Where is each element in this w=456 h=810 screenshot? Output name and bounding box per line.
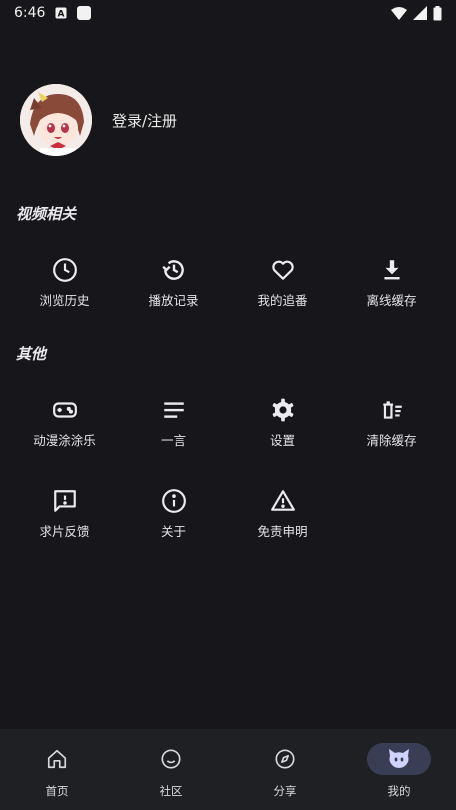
login-register-link[interactable]: 登录/注册 — [112, 110, 177, 131]
status-left: 6:46 A — [14, 5, 92, 21]
grid-label: 关于 — [160, 524, 186, 539]
clear-cache-icon — [378, 396, 406, 424]
nav-item-mine[interactable]: 我的 — [342, 729, 456, 810]
grid-item-request-feedback[interactable]: 求片反馈 — [10, 487, 119, 540]
feedback-icon — [51, 487, 79, 515]
notification-square-icon — [77, 6, 92, 20]
grid-label: 设置 — [269, 433, 295, 448]
grid-label: 浏览历史 — [39, 293, 90, 308]
section-title-other: 其他 — [16, 345, 47, 363]
grid-item-about[interactable]: 关于 — [119, 487, 228, 540]
warning-icon — [269, 487, 297, 515]
notification-a-icon: A — [55, 7, 67, 19]
grid-item-hitokoto[interactable]: 一言 — [119, 396, 228, 449]
battery-icon — [433, 5, 442, 20]
nav-label: 社区 — [159, 784, 183, 798]
nav-label: 首页 — [45, 784, 69, 798]
lines-icon — [160, 396, 188, 424]
status-bar: 6:46 A — [0, 0, 456, 26]
download-icon — [378, 256, 406, 284]
nav-item-share[interactable]: 分享 — [228, 729, 342, 810]
bottom-nav: 首页 社区 分享 我的 — [0, 729, 456, 810]
grid-label: 一言 — [160, 433, 186, 448]
svg-text:A: A — [58, 10, 65, 20]
signal-icon — [413, 6, 427, 20]
grid-item-anime-coloring[interactable]: 动漫涂涂乐 — [10, 396, 119, 449]
clock-icon — [51, 256, 79, 284]
avatar-image — [20, 84, 92, 156]
grid-label: 我的追番 — [257, 293, 308, 308]
nav-label: 我的 — [387, 784, 411, 798]
nav-item-home[interactable]: 首页 — [0, 729, 114, 810]
other-grid-row-1: 动漫涂涂乐 一言 设置 清除缓存 — [10, 396, 446, 449]
grid-label: 免责申明 — [257, 524, 308, 539]
status-time: 6:46 — [14, 5, 46, 21]
other-grid-row-2: 求片反馈 关于 免责申明 — [10, 487, 446, 540]
avatar[interactable] — [20, 84, 92, 156]
grid-item-my-anime[interactable]: 我的追番 — [228, 256, 337, 309]
smile-icon — [139, 743, 203, 775]
section-title-video: 视频相关 — [16, 205, 77, 223]
gamepad-icon — [51, 396, 79, 424]
nav-item-community[interactable]: 社区 — [114, 729, 228, 810]
grid-item-settings[interactable]: 设置 — [228, 396, 337, 449]
grid-item-browse-history[interactable]: 浏览历史 — [10, 256, 119, 309]
info-icon — [160, 487, 188, 515]
heart-icon — [269, 256, 297, 284]
profile-header[interactable]: 登录/注册 — [20, 84, 177, 156]
grid-item-clear-cache[interactable]: 清除缓存 — [337, 396, 446, 449]
grid-label: 求片反馈 — [39, 524, 90, 539]
grid-item-play-record[interactable]: 播放记录 — [119, 256, 228, 309]
video-grid: 浏览历史 播放记录 我的追番 离线缓存 — [10, 256, 446, 309]
history-icon — [160, 256, 188, 284]
status-right — [391, 5, 442, 21]
grid-item-disclaimer[interactable]: 免责申明 — [228, 487, 337, 540]
grid-label: 离线缓存 — [366, 293, 417, 308]
mascot-icon — [367, 743, 431, 775]
grid-label: 清除缓存 — [366, 433, 417, 448]
gear-icon — [269, 396, 297, 424]
wifi-icon — [391, 6, 407, 20]
grid-item-offline-cache[interactable]: 离线缓存 — [337, 256, 446, 309]
home-icon — [25, 743, 89, 775]
compass-icon — [253, 743, 317, 775]
nav-label: 分享 — [273, 784, 297, 798]
grid-label: 动漫涂涂乐 — [33, 433, 96, 448]
grid-label: 播放记录 — [148, 293, 199, 308]
